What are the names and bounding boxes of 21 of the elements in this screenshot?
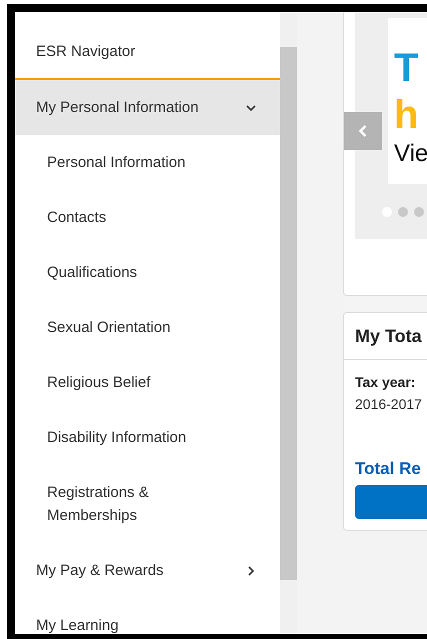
nav-item[interactable]: Personal Information	[15, 135, 280, 190]
nav-item[interactable]: Sexual Orientation	[15, 300, 280, 355]
previous-button[interactable]	[344, 112, 382, 150]
card-title: My Tota	[344, 313, 427, 360]
carousel-dot[interactable]	[414, 207, 424, 217]
carousel-dot[interactable]	[398, 207, 408, 217]
total-reward-link[interactable]: Total Re	[355, 459, 427, 479]
nav-section[interactable]: My Personal Information	[15, 80, 280, 135]
nav-item[interactable]: Religious Belief	[15, 355, 280, 410]
slide-text: T	[393, 45, 420, 92]
tax-year-label: Tax year:	[355, 374, 416, 390]
slide-text: h	[393, 92, 420, 138]
slide-text: Vie	[393, 139, 427, 169]
nav-item[interactable]: Registrations & Memberships	[15, 465, 280, 543]
nav-item[interactable]: Qualifications	[15, 245, 280, 300]
tax-year-value: 2016-2017	[355, 396, 423, 412]
nav-item[interactable]: Contacts	[15, 190, 280, 245]
nav-section[interactable]: My Pay & Rewards	[15, 543, 280, 598]
nav-item[interactable]: Disability Information	[15, 410, 280, 465]
chevron-left-icon	[358, 124, 368, 138]
nav-section[interactable]: My Learning	[15, 598, 280, 634]
